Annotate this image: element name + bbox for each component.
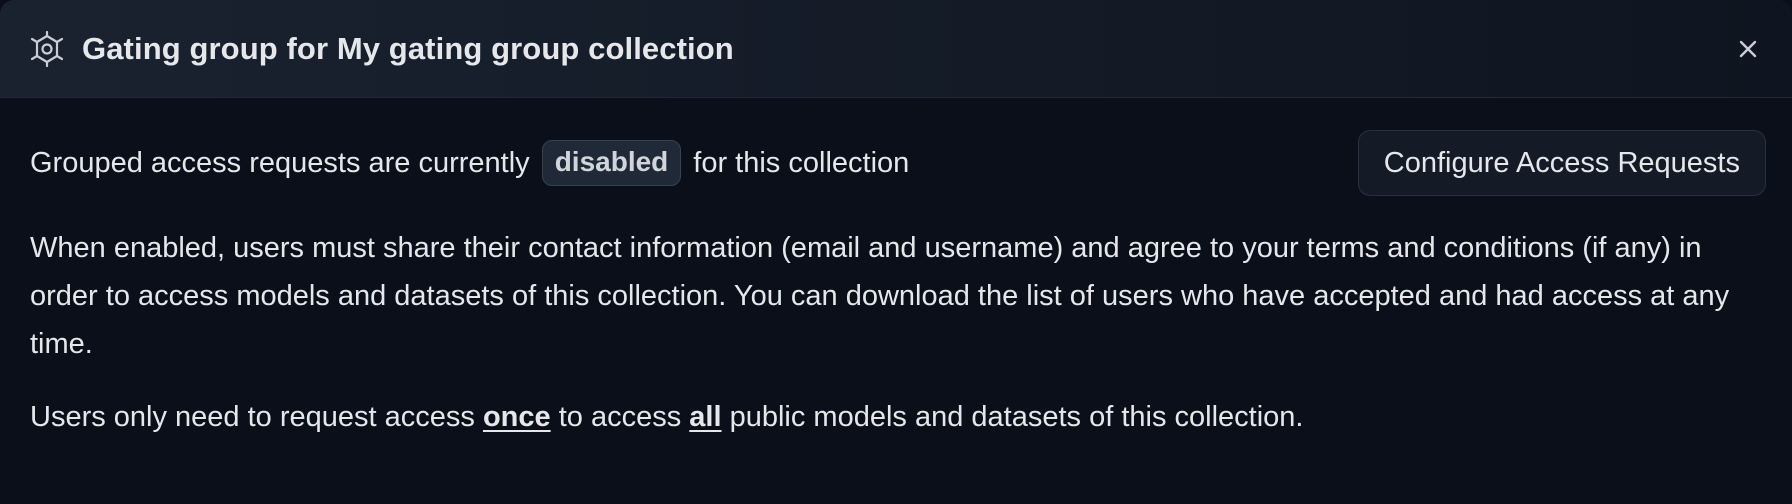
dialog-header: Gating group for My gating group collect… [0, 0, 1792, 98]
dialog-title: Gating group for My gating group collect… [82, 30, 734, 66]
access-note: Users only need to request access once t… [30, 397, 1762, 437]
note-emphasis-once: once [482, 401, 551, 433]
note-part1: Users only need to request access [30, 401, 475, 433]
status-suffix: for this collection [693, 146, 910, 179]
note-part3: public models and datasets of this colle… [729, 401, 1304, 433]
status-badge: disabled [541, 140, 682, 186]
status-prefix: Grouped access requests are currently [30, 146, 530, 179]
note-emphasis-all: all [689, 401, 722, 433]
gating-group-icon [28, 30, 66, 68]
configure-access-requests-button[interactable]: Configure Access Requests [1357, 130, 1766, 196]
gating-group-dialog: Gating group for My gating group collect… [0, 0, 1792, 504]
access-status-row: Grouped access requests are currently di… [30, 130, 1766, 196]
description-text: When enabled, users must share their con… [30, 232, 1730, 360]
note-part2: to access [558, 401, 682, 433]
close-button[interactable] [1732, 33, 1764, 65]
dialog-body: Grouped access requests are currently di… [0, 130, 1792, 437]
close-icon [1739, 40, 1757, 58]
access-status-text: Grouped access requests are currently di… [30, 140, 910, 186]
